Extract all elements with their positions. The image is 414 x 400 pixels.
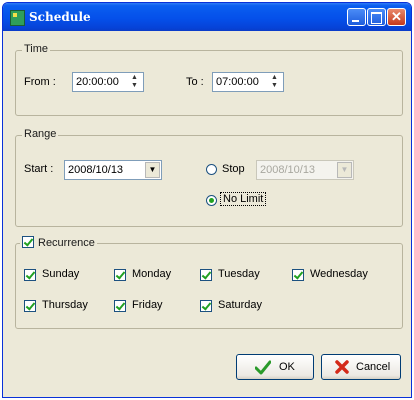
no-limit-label: No Limit xyxy=(220,192,267,206)
stop-date-picker: 2008/10/13 ▼ xyxy=(256,160,354,180)
cancel-label: Cancel xyxy=(356,361,391,373)
range-group: Range Start : 2008/10/13 ▼ Stop 2008/10/… xyxy=(15,128,403,227)
to-time-input[interactable]: 07:00:00 ▲ ▼ xyxy=(212,72,284,92)
from-time-input[interactable]: 20:00:00 ▲ ▼ xyxy=(72,72,144,92)
time-group: Time From : 20:00:00 ▲ ▼ To : 07:00:00 ▲… xyxy=(15,43,403,116)
day-label-monday: Monday xyxy=(132,268,172,280)
checkbox-thursday[interactable] xyxy=(24,300,36,312)
checkbox-tuesday[interactable] xyxy=(200,269,212,281)
day-label-sunday: Sunday xyxy=(42,268,80,280)
stop-date-value: 2008/10/13 xyxy=(260,164,316,176)
close-icon: ✕ xyxy=(391,9,402,24)
spin-up-icon[interactable]: ▲ xyxy=(127,74,142,82)
schedule-dialog: Schedule ✕ Time From : 20:00:00 ▲ ▼ To :… xyxy=(2,2,412,398)
to-time-value: 07:00:00 xyxy=(216,76,259,88)
start-label: Start : xyxy=(24,163,54,175)
recurrence-group: Recurrence Sunday Monday Tuesday Wednesd… xyxy=(15,236,403,329)
start-date-picker[interactable]: 2008/10/13 ▼ xyxy=(64,160,162,180)
app-icon xyxy=(10,10,25,26)
cancel-x-icon xyxy=(335,360,349,374)
close-button[interactable]: ✕ xyxy=(387,8,406,26)
no-limit-text: No Limit xyxy=(223,193,264,205)
no-limit-radio[interactable] xyxy=(206,195,217,206)
maximize-button[interactable] xyxy=(367,8,386,26)
day-label-thursday: Thursday xyxy=(42,299,88,311)
minimize-button[interactable] xyxy=(347,8,366,26)
ok-label: OK xyxy=(279,361,295,373)
recurrence-checkbox[interactable] xyxy=(22,236,34,248)
chevron-down-icon[interactable]: ▼ xyxy=(145,162,160,178)
from-time-value: 20:00:00 xyxy=(76,76,119,88)
ok-button[interactable]: OK xyxy=(236,354,314,380)
stop-radio[interactable] xyxy=(206,164,217,175)
chevron-down-icon: ▼ xyxy=(337,162,352,178)
recurrence-header: Recurrence xyxy=(20,236,97,249)
stop-label: Stop xyxy=(222,163,245,175)
time-group-label: Time xyxy=(22,43,51,55)
checkbox-monday[interactable] xyxy=(114,269,126,281)
maximize-icon xyxy=(371,12,382,24)
checkbox-saturday[interactable] xyxy=(200,300,212,312)
to-time-spinner[interactable]: ▲ ▼ xyxy=(267,74,282,90)
spin-up-icon[interactable]: ▲ xyxy=(267,74,282,82)
window-title: Schedule xyxy=(29,10,91,24)
day-label-saturday: Saturday xyxy=(218,299,263,311)
range-group-label: Range xyxy=(22,128,59,140)
spin-down-icon[interactable]: ▼ xyxy=(127,82,142,90)
from-label: From : xyxy=(24,76,56,88)
day-label-friday: Friday xyxy=(132,299,163,311)
start-date-value: 2008/10/13 xyxy=(68,164,124,176)
minimize-icon xyxy=(352,20,359,22)
day-label-wednesday: Wednesday xyxy=(310,268,368,280)
spin-down-icon[interactable]: ▼ xyxy=(267,82,282,90)
title-bar[interactable]: Schedule ✕ xyxy=(3,3,411,31)
day-label-tuesday: Tuesday xyxy=(218,268,260,280)
cancel-button[interactable]: Cancel xyxy=(321,354,401,380)
checkbox-friday[interactable] xyxy=(114,300,126,312)
checkbox-sunday[interactable] xyxy=(24,269,36,281)
to-label: To : xyxy=(186,76,204,88)
checkmark-icon xyxy=(255,360,271,375)
recurrence-label: Recurrence xyxy=(38,237,95,249)
from-time-spinner[interactable]: ▲ ▼ xyxy=(127,74,142,90)
checkbox-wednesday[interactable] xyxy=(292,269,304,281)
